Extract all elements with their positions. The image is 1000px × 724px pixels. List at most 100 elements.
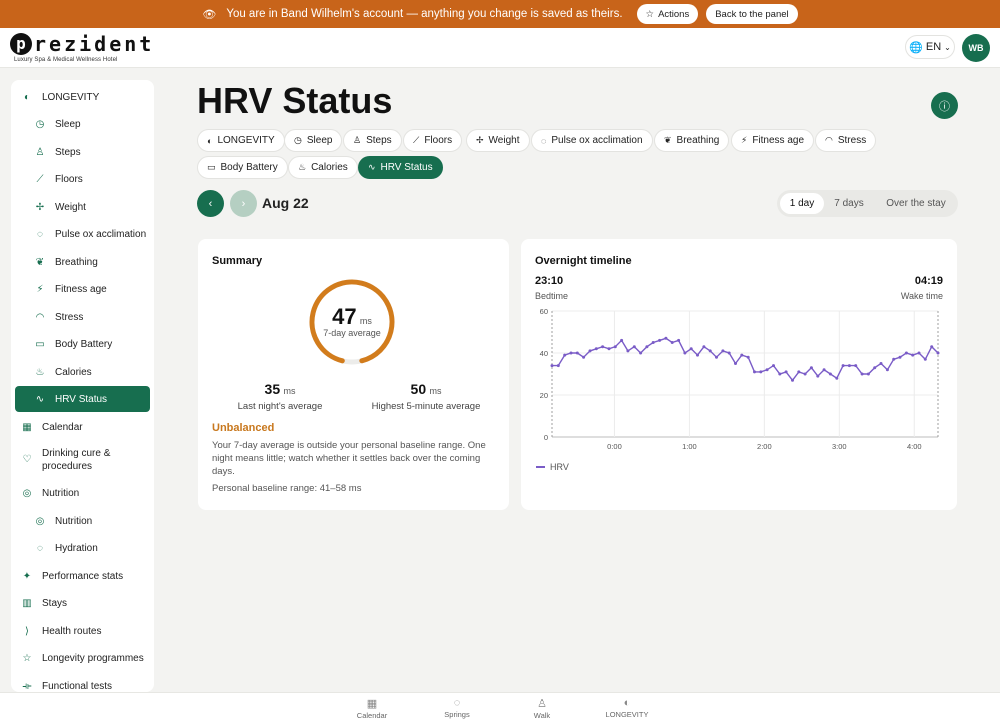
chip-body-battery[interactable]: ▭ Body Battery (197, 156, 288, 179)
period-over-the-stay[interactable]: Over the stay (877, 193, 955, 214)
walk-icon: ♙ (353, 135, 362, 145)
hrv-data-point (822, 368, 826, 372)
hrv-data-point (816, 374, 820, 378)
chip-floors[interactable]: ⟋ Floors (403, 129, 463, 152)
calendar-icon: ▦ (22, 421, 32, 433)
period-7-days[interactable]: 7 days (827, 193, 871, 214)
previous-day-button[interactable]: ‹ (197, 190, 224, 217)
sidebar-item-label: Calories (55, 366, 92, 378)
hrv-data-point (803, 372, 807, 376)
hrv-data-point (923, 357, 927, 361)
sidebar-item-label: Longevity programmes (42, 652, 144, 664)
bottom-nav-springs[interactable]: ◌ Springs (427, 697, 487, 719)
hrv-data-point (664, 336, 668, 340)
chip-breathing[interactable]: ❦ Breathing (654, 129, 730, 152)
lungs-icon: ❦ (664, 135, 672, 145)
bedtime-label: Bedtime (535, 291, 569, 301)
sidebar-item-label: Body Battery (55, 338, 113, 350)
bottom-nav-label: Calendar (356, 711, 388, 720)
hrv-data-point (696, 353, 699, 357)
chip-sleep[interactable]: ◷ Sleep (284, 129, 343, 152)
bottom-nav-walk[interactable]: ♙ Walk (512, 697, 572, 720)
chip-fitness-age[interactable]: ⚡ Fitness age (731, 129, 815, 152)
hrv-data-point (556, 364, 560, 368)
sparkle-icon: ✦ (22, 570, 32, 582)
back-to-panel-button[interactable]: Back to the panel (706, 4, 798, 24)
sidebar-item-floors[interactable]: ⟋ Floors (15, 166, 150, 192)
last-night-stat: 35 ms Last night's average (218, 381, 342, 412)
chip-longevity[interactable]: ◐ LONGEVITY (197, 129, 285, 152)
hrv-series-line (552, 337, 939, 382)
sidebar-item-label: Health routes (42, 625, 102, 637)
overnight-timeline-card: Overnight timeline 23:10 Bedtime 04:19 W… (521, 239, 957, 510)
chip-calories[interactable]: ♨ Calories (288, 156, 358, 179)
sidebar-item-performance-stats[interactable]: ✦ Performance stats (15, 563, 150, 589)
period-1-day[interactable]: 1 day (780, 193, 824, 214)
next-day-button[interactable]: › (230, 190, 257, 217)
chip-stress[interactable]: ◠ Stress (815, 129, 877, 152)
x-tick-label: 3:00 (832, 442, 847, 451)
dumbbell-icon: ⟛ (22, 680, 32, 692)
hrv-data-point (569, 351, 573, 355)
brand-logo[interactable]: p rezident Luxury Spa & Medical Wellness… (10, 33, 154, 63)
sidebar-item-nutrition-sub[interactable]: ◎ Nutrition (15, 508, 150, 534)
sidebar-item-body-battery[interactable]: ▭ Body Battery (15, 331, 150, 357)
route-icon: ⟩ (25, 625, 29, 637)
hrv-data-point (588, 349, 592, 353)
sidebar-item-hydration[interactable]: ◌ Hydration (15, 535, 150, 561)
chip-hrv-status[interactable]: ∿ HRV Status (358, 156, 443, 179)
sidebar-item-stress[interactable]: ◠ Stress (15, 304, 150, 330)
sidebar-item-calendar[interactable]: ▦ Calendar (15, 414, 150, 440)
sidebar-item-health-routes[interactable]: ⟩ Health routes (15, 618, 150, 644)
sidebar-item-hrv-status[interactable]: ∿ HRV Status (15, 386, 150, 412)
sidebar-item-fitness-age[interactable]: ⚡ Fitness age (15, 276, 150, 302)
last-night-unit: ms (283, 386, 296, 396)
hrv-data-point (809, 366, 813, 370)
chip-steps[interactable]: ♙ Steps (343, 129, 402, 152)
sidebar-item-weight[interactable]: ✢ Weight (15, 194, 150, 220)
actions-button[interactable]: ☆ Actions (636, 4, 699, 24)
sidebar-item-drinking-cure[interactable]: ♡ Drinking cure & procedures (15, 447, 150, 477)
sidebar-item-longevity-programmes[interactable]: ☆ Longevity programmes (15, 645, 150, 671)
waketime-label: Wake time (900, 291, 943, 301)
sidebar-item-breathing[interactable]: ❦ Breathing (15, 249, 150, 275)
sidebar-item-label: Functional tests (42, 680, 113, 692)
actions-button-label: Actions (658, 8, 690, 20)
sidebar-item-pulse-ox[interactable]: ◌ Pulse ox acclimation (15, 221, 150, 247)
bottom-nav-calendar[interactable]: ▦ Calendar (342, 697, 402, 720)
target-icon: ◎ (35, 515, 45, 527)
sidebar-item-sleep[interactable]: ◷ Sleep (15, 111, 150, 137)
bottom-nav-longevity[interactable]: ◐ LONGEVITY (597, 697, 657, 719)
hrv-data-point (550, 364, 554, 368)
bottom-nav: ▦ Calendar ◌ Springs ♙ Walk ◐ LONGEVITY (0, 692, 1000, 724)
sidebar-item-longevity[interactable]: ◐ LONGEVITY (15, 84, 150, 110)
sidebar-item-steps[interactable]: ♙ Steps (15, 139, 150, 165)
hrv-data-point (753, 370, 756, 374)
hrv-data-point (683, 351, 687, 355)
sidebar-item-label: HRV Status (55, 393, 108, 405)
hrv-status-description: Your 7-day average is outside your perso… (212, 440, 486, 477)
logo-wordmark: rezident (34, 32, 155, 56)
chip-pulse-ox[interactable]: ◌ Pulse ox acclimation (531, 129, 653, 152)
info-button[interactable]: ⓘ (931, 92, 958, 119)
language-selector[interactable]: 🌐 EN ⌄ (905, 35, 955, 59)
drop-icon: ◌ (541, 135, 547, 146)
selected-date: Aug 22 (262, 195, 309, 211)
hrv-data-point (917, 351, 921, 355)
bottom-nav-label: LONGEVITY (605, 710, 649, 719)
chip-weight[interactable]: ✢ Weight (466, 129, 530, 152)
hrv-data-point (873, 366, 877, 370)
average-value: 47 (332, 304, 357, 329)
hrv-data-point (582, 355, 586, 359)
hrv-data-point (930, 345, 934, 349)
sidebar-item-calories[interactable]: ♨ Calories (15, 359, 150, 385)
sidebar-item-functional-tests[interactable]: ⟛ Functional tests (15, 673, 150, 692)
sidebar-item-nutrition[interactable]: ◎ Nutrition (15, 480, 150, 506)
sidebar-item-stays[interactable]: ▥ Stays (15, 590, 150, 616)
sidebar-item-label: Drinking cure & procedures (42, 448, 111, 472)
last-night-label: Last night's average (237, 401, 323, 412)
user-avatar[interactable]: WB (962, 34, 990, 62)
hrv-data-point (936, 351, 940, 355)
chip-label: Fitness age (752, 135, 805, 146)
summary-card: Summary 47 ms 7-day average 35 ms Last n… (198, 239, 509, 510)
